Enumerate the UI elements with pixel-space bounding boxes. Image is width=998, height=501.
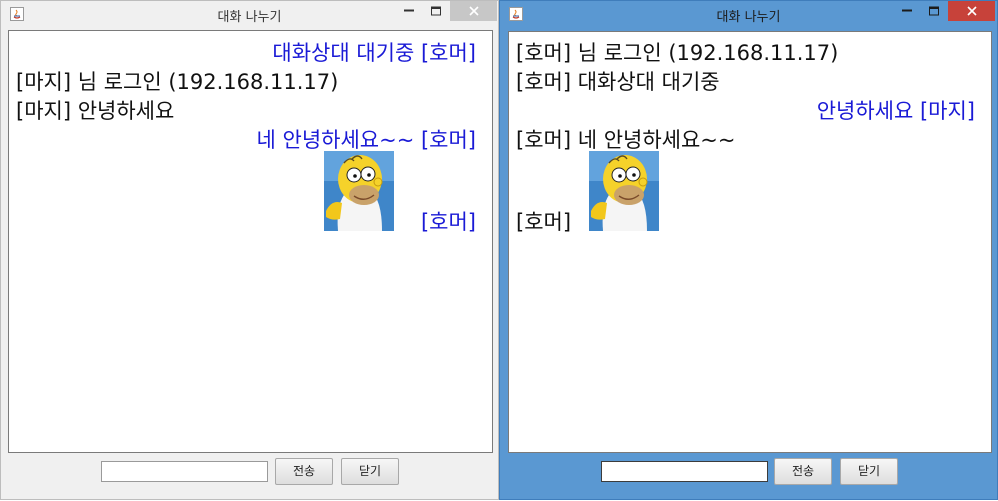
chat-message: [호머] 님 로그인 (192.168.11.17)	[516, 41, 839, 65]
maximize-button[interactable]	[920, 1, 948, 21]
minimize-icon	[404, 9, 414, 12]
chat-log[interactable]: 대화상대 대기중 [호머] [마지] 님 로그인 (192.168.11.17)…	[8, 30, 493, 453]
homer-avatar-image	[589, 151, 659, 231]
maximize-icon	[929, 6, 939, 16]
chat-message: 네 안녕하세요~~ [호머]	[256, 128, 477, 152]
chat-message: [호머]	[516, 210, 572, 234]
chat-message: 대화상대 대기중 [호머]	[272, 41, 476, 65]
close-icon	[468, 6, 479, 16]
bottom-bar: 전송 닫기	[500, 453, 997, 501]
chat-log[interactable]: [호머] 님 로그인 (192.168.11.17) [호머] 대화상대 대기중…	[508, 31, 992, 453]
send-button[interactable]: 전송	[774, 458, 832, 485]
chat-message: 안녕하세요 [마지]	[816, 99, 975, 123]
minimize-button[interactable]	[893, 1, 921, 21]
chat-message: [호머] 대화상대 대기중	[516, 70, 720, 94]
bottom-bar: 전송 닫기	[1, 453, 498, 501]
close-window-button[interactable]	[450, 1, 497, 21]
message-input[interactable]	[101, 461, 268, 482]
close-window-button[interactable]	[948, 1, 995, 21]
send-button[interactable]: 전송	[275, 458, 333, 485]
title-bar[interactable]: 대화 나누기	[1, 1, 498, 30]
close-button[interactable]: 닫기	[341, 458, 399, 485]
close-button[interactable]: 닫기	[840, 458, 898, 485]
title-bar[interactable]: 대화 나누기	[500, 1, 997, 30]
message-input[interactable]	[601, 461, 768, 482]
homer-avatar-image	[324, 151, 394, 231]
chat-window-left: 대화 나누기 대화상대 대기중 [호머] [마지] 님 로그인 (192.168…	[0, 0, 499, 500]
chat-message: [마지] 님 로그인 (192.168.11.17)	[16, 70, 339, 94]
chat-message: [마지] 안녕하세요	[16, 99, 175, 123]
maximize-button[interactable]	[422, 1, 450, 21]
minimize-icon	[902, 9, 912, 12]
chat-message: [호머] 네 안녕하세요~~	[516, 128, 736, 152]
maximize-icon	[431, 6, 441, 16]
chat-message: [호머]	[420, 210, 476, 234]
minimize-button[interactable]	[395, 1, 423, 21]
chat-window-right: 대화 나누기 [호머] 님 로그인 (192.168.11.17) [호머] 대…	[499, 0, 998, 500]
close-icon	[966, 6, 977, 16]
